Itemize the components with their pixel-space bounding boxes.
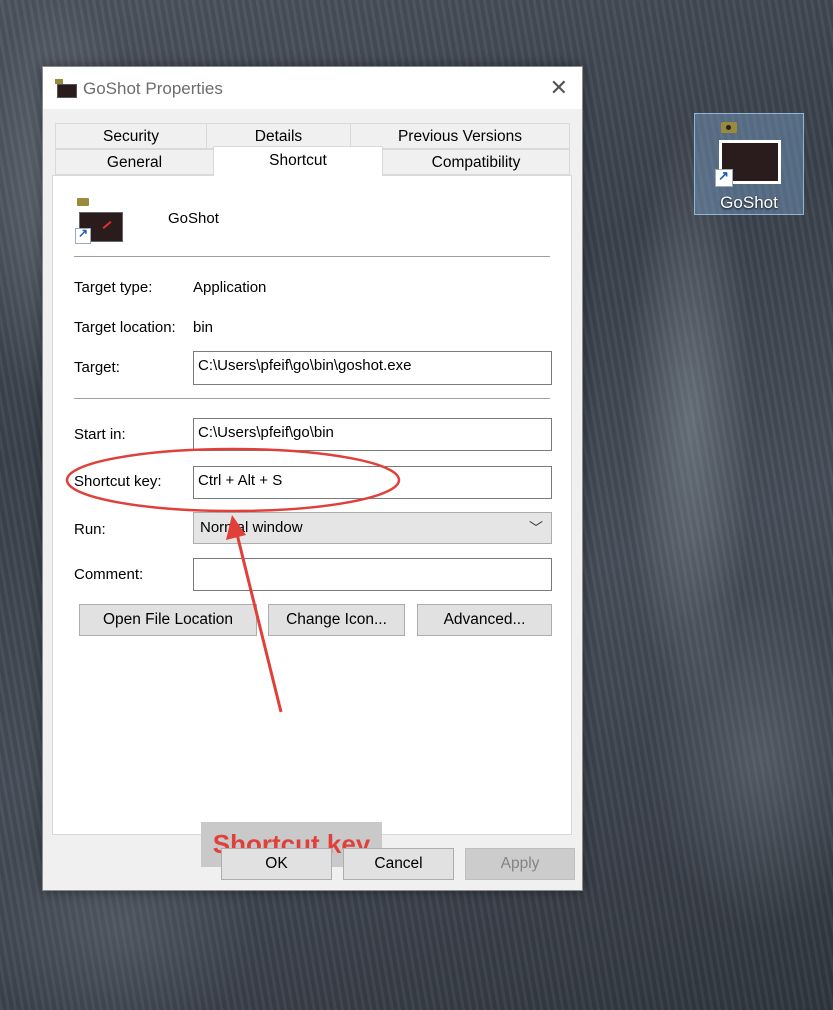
advanced-button[interactable]: Advanced... (417, 604, 552, 636)
target-field[interactable]: C:\Users\pfeif\go\bin\goshot.exe (193, 351, 552, 385)
shortcut-key-label: Shortcut key: (74, 473, 162, 490)
comment-label: Comment: (74, 566, 144, 583)
desktop-shortcut-label: GoShot (720, 193, 778, 212)
divider (74, 398, 550, 399)
change-icon-button[interactable]: Change Icon... (268, 604, 405, 636)
app-name: GoShot (168, 210, 219, 227)
target-location-label: Target location: (74, 319, 176, 336)
run-select[interactable]: Normal window ﹀ (193, 512, 552, 544)
window-title: GoShot Properties (83, 79, 223, 98)
target-location-value: bin (193, 319, 214, 336)
tab-previous-versions[interactable]: Previous Versions (350, 123, 570, 149)
tab-security[interactable]: Security (55, 123, 207, 149)
shortcut-key-field[interactable]: Ctrl + Alt + S (193, 466, 552, 499)
target-label: Target: (74, 359, 120, 376)
properties-window: GoShot Properties ✕ Security Details Pre… (42, 66, 583, 891)
target-type-value: Application (193, 279, 267, 296)
run-label: Run: (74, 521, 106, 538)
tab-compatibility[interactable]: Compatibility (382, 149, 570, 175)
chevron-down-icon: ﹀ (529, 520, 543, 536)
close-icon[interactable]: ✕ (550, 75, 568, 101)
tab-general[interactable]: General (55, 149, 214, 175)
shortcut-arrow-icon (715, 168, 733, 187)
cancel-button[interactable]: Cancel (343, 848, 454, 880)
start-in-label: Start in: (74, 426, 126, 443)
ok-button[interactable]: OK (221, 848, 332, 880)
title-bar[interactable]: GoShot Properties ✕ (43, 67, 582, 109)
camera-icon (721, 122, 737, 133)
shortcut-arrow-icon (75, 226, 91, 244)
open-file-location-button[interactable]: Open File Location (79, 604, 257, 636)
divider (74, 256, 550, 257)
goshot-title-icon (55, 78, 77, 98)
goshot-app-icon (75, 198, 125, 246)
target-type-label: Target type: (74, 279, 153, 296)
comment-field[interactable] (193, 558, 552, 591)
start-in-field[interactable]: C:\Users\pfeif\go\bin (193, 418, 552, 451)
run-select-value: Normal window (200, 519, 303, 536)
shortcut-panel: GoShot Target type: Application Target l… (52, 175, 572, 867)
tab-shortcut[interactable]: Shortcut (213, 146, 383, 176)
apply-button[interactable]: Apply (465, 848, 575, 880)
desktop-shortcut-goshot[interactable]: GoShot (694, 113, 804, 215)
